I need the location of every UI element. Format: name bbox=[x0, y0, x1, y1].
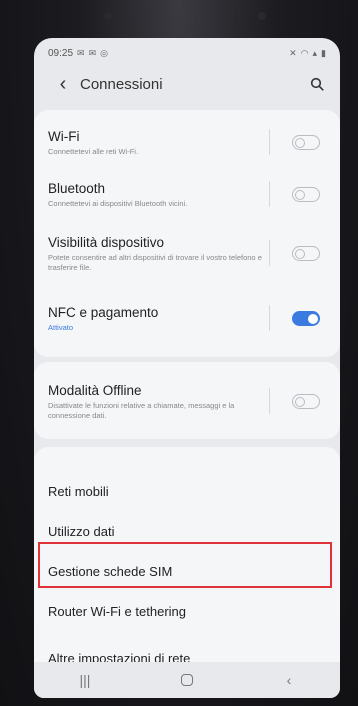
setting-row-nfc[interactable]: NFC e pagamento Attivato bbox=[34, 296, 340, 340]
setting-row-bluetooth[interactable]: Bluetooth Connettetevi ai dispositivi Bl… bbox=[34, 172, 340, 216]
setting-title: Wi-Fi bbox=[48, 128, 80, 144]
navigation-bar: ||| ‹ bbox=[34, 662, 340, 698]
page-title: Connessioni bbox=[80, 75, 163, 93]
divider bbox=[269, 181, 270, 207]
notification-icon: ✉ bbox=[77, 47, 85, 58]
settings-card-offline: Modalità Offline Disattivate le funzioni… bbox=[34, 362, 340, 439]
nfc-toggle[interactable] bbox=[292, 311, 320, 326]
status-bar: 09:25 ✉ ✉ ◎ ✕ ◠ ▴ ▮ bbox=[48, 46, 326, 60]
search-icon bbox=[310, 77, 324, 91]
setting-subtitle: Disattivate le funzioni relative a chiam… bbox=[48, 400, 235, 420]
divider bbox=[269, 129, 270, 155]
settings-card-primary: Wi-Fi Connettetevi alle reti Wi-Fi. Blue… bbox=[34, 110, 340, 357]
back-button[interactable]: ‹ bbox=[48, 69, 78, 99]
chevron-left-icon: ‹ bbox=[286, 672, 292, 688]
camera-dot bbox=[104, 12, 112, 20]
notification-icon: ✉ bbox=[88, 47, 97, 58]
visibility-toggle[interactable] bbox=[292, 246, 320, 261]
menu-item-hotspot-tethering[interactable]: Router Wi-Fi e tethering bbox=[48, 604, 186, 619]
divider bbox=[269, 388, 270, 414]
app-bar: ‹ Connessioni bbox=[34, 66, 340, 102]
wifi-toggle[interactable] bbox=[292, 135, 320, 150]
recent-apps-button[interactable]: ||| bbox=[65, 665, 105, 695]
setting-row-visibility[interactable]: Visibilità dispositivo Potete consentire… bbox=[34, 224, 340, 282]
setting-row-offline[interactable]: Modalità Offline Disattivate le funzioni… bbox=[34, 372, 340, 430]
setting-subtitle: Connettetevi alle reti Wi-Fi. bbox=[48, 146, 139, 156]
menu-item-data-usage[interactable]: Utilizzo dati bbox=[48, 524, 114, 539]
setting-status: Attivato bbox=[48, 322, 74, 332]
phone-frame: 09:25 ✉ ✉ ◎ ✕ ◠ ▴ ▮ ‹ Connessioni Wi-Fi … bbox=[0, 0, 358, 706]
wifi-icon: ◠ bbox=[300, 47, 309, 58]
offline-mode-toggle[interactable] bbox=[292, 394, 320, 409]
phone-screen: 09:25 ✉ ✉ ◎ ✕ ◠ ▴ ▮ ‹ Connessioni Wi-Fi … bbox=[34, 38, 340, 698]
setting-title: Bluetooth bbox=[48, 180, 106, 196]
bluetooth-toggle[interactable] bbox=[292, 187, 320, 202]
highlight-annotation bbox=[38, 542, 332, 588]
divider bbox=[269, 240, 270, 266]
setting-title: NFC e pagamento bbox=[48, 304, 159, 320]
setting-row-wifi[interactable]: Wi-Fi Connettetevi alle reti Wi-Fi. bbox=[34, 120, 340, 164]
status-time: 09:25 bbox=[48, 47, 74, 59]
divider bbox=[269, 305, 270, 331]
search-button[interactable] bbox=[302, 69, 332, 99]
battery-icon: ▮ bbox=[321, 47, 326, 58]
home-button[interactable] bbox=[167, 665, 207, 695]
home-icon bbox=[181, 674, 193, 686]
chevron-left-icon: ‹ bbox=[59, 72, 67, 95]
recent-apps-icon: ||| bbox=[79, 672, 91, 688]
sensor-dot bbox=[258, 12, 266, 20]
setting-subtitle: Potete consentire ad altri dispositivi d… bbox=[48, 252, 262, 272]
target-icon: ◎ bbox=[100, 47, 108, 58]
back-nav-button[interactable]: ‹ bbox=[269, 665, 309, 695]
setting-title: Modalità Offline bbox=[48, 382, 142, 398]
mute-icon: ✕ bbox=[289, 47, 297, 58]
setting-subtitle: Connettetevi ai dispositivi Bluetooth vi… bbox=[48, 198, 188, 208]
menu-item-mobile-networks[interactable]: Reti mobili bbox=[48, 484, 109, 499]
setting-title: Visibilità dispositivo bbox=[48, 234, 165, 250]
signal-icon: ▴ bbox=[312, 47, 318, 58]
